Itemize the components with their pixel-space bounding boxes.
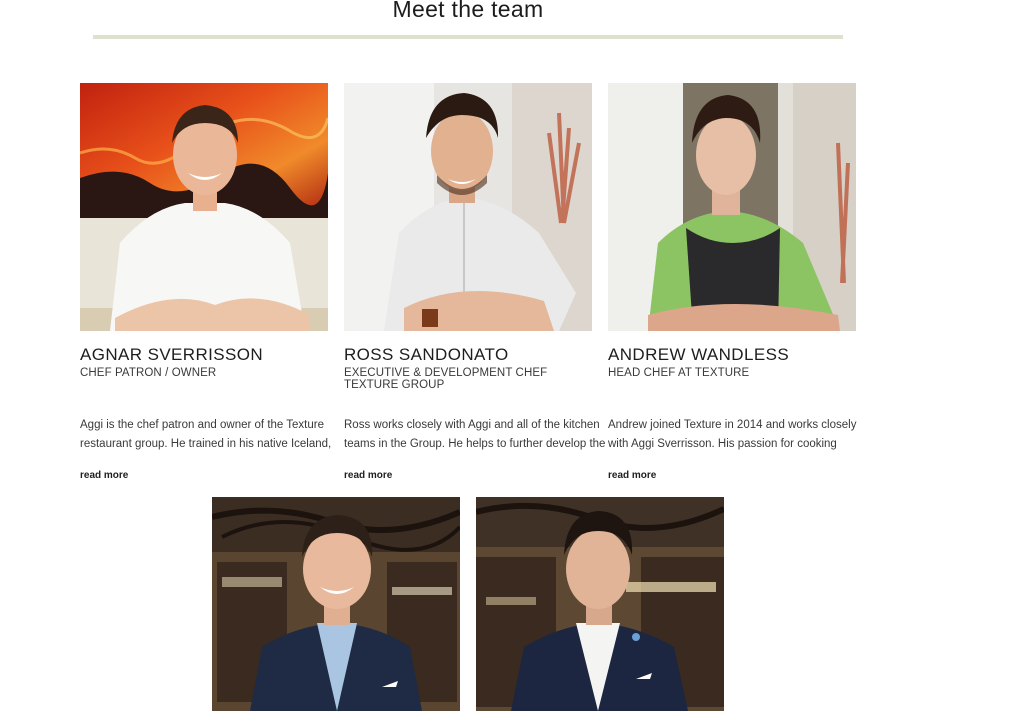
read-more-link[interactable]: read more <box>80 470 128 481</box>
member-bio: Aggi is the chef patron and owner of the… <box>80 419 332 450</box>
team-card-ross: ROSS SANDONATO EXECUTIVE & DEVELOPMENT C… <box>344 83 605 481</box>
title-divider <box>93 35 843 39</box>
read-more-link[interactable]: read more <box>344 470 392 481</box>
member-name: AGNAR SVERRISSON <box>80 345 264 364</box>
team-card-agnar: AGNAR SVERRISSON CHEF PATRON / OWNER Agg… <box>80 83 331 481</box>
agnar-photo <box>80 83 328 331</box>
member-photo <box>212 497 460 711</box>
read-more-link[interactable]: read more <box>608 470 656 481</box>
member-photo <box>476 497 724 711</box>
team-card-andrew: ANDREW WANDLESS HEAD CHEF AT TEXTURE And… <box>608 83 856 481</box>
member-role: EXECUTIVE & DEVELOPMENT CHEF TEXTURE GRO… <box>344 367 548 391</box>
member-name: ROSS SANDONATO <box>344 345 509 364</box>
team-card-5 <box>476 497 724 711</box>
andrew-photo <box>608 83 856 331</box>
ross-photo <box>344 83 592 331</box>
member-role: HEAD CHEF AT TEXTURE <box>608 367 750 379</box>
page-title: Meet the team <box>392 0 544 22</box>
member-bio: Andrew joined Texture in 2014 and works … <box>608 419 857 450</box>
member-name: ANDREW WANDLESS <box>608 345 790 364</box>
member-bio: Ross works closely with Aggi and all of … <box>344 419 606 450</box>
member-role: CHEF PATRON / OWNER <box>80 367 217 379</box>
team-card-4 <box>212 497 460 711</box>
